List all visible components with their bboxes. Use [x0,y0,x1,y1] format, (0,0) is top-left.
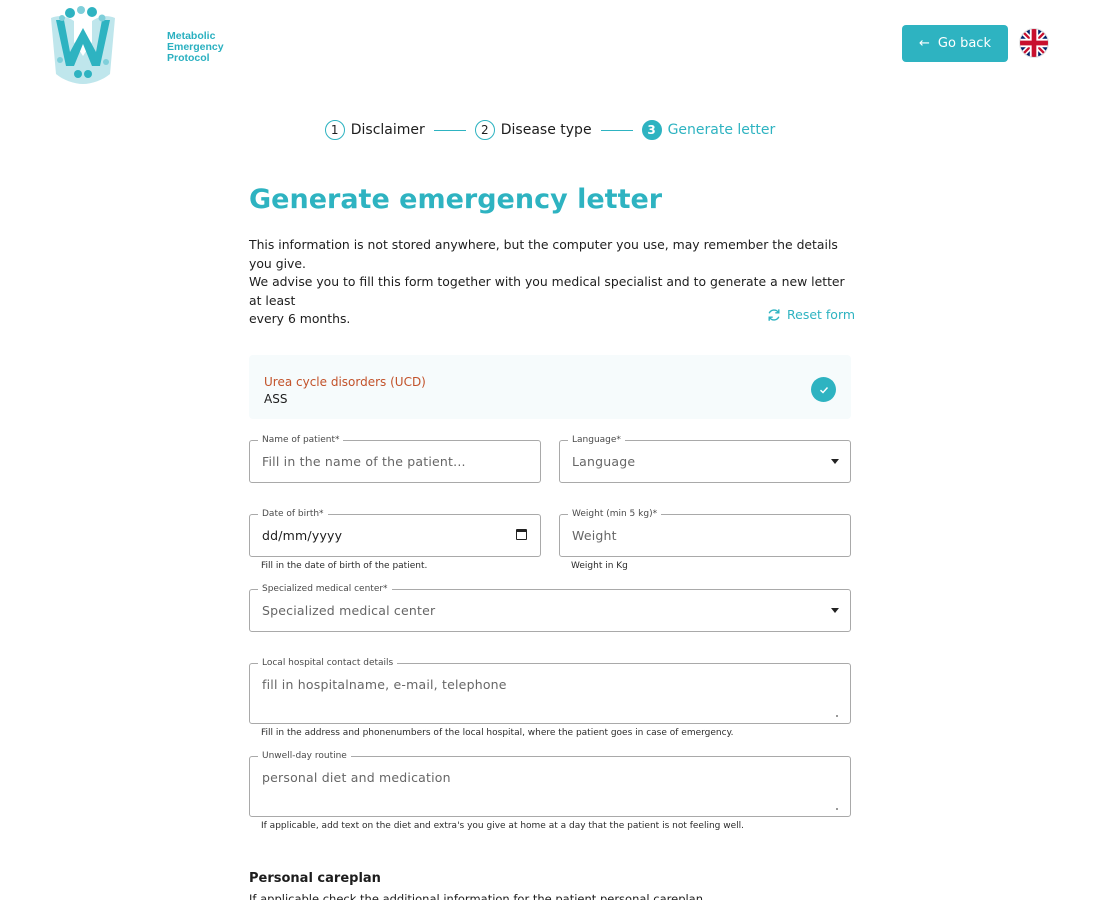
field-placeholder: Fill in the name of the patient... [262,454,466,469]
field-placeholder: personal diet and medication [262,770,451,785]
weight-hint: Weight in Kg [571,561,628,571]
caret-down-icon [831,608,839,613]
stepper: 1 Disclaimer 2 Disease type 3 Generate l… [0,120,1100,140]
date-of-birth-input[interactable]: Date of birth* dd/mm/yyyy [249,508,541,557]
field-value: Language [572,454,636,469]
careplan-subtitle: If applicable check the additional infor… [249,892,704,900]
field-label: Date of birth* [258,508,328,520]
hospital-contact-textarea[interactable]: Local hospital contact details fill in h… [249,657,851,724]
field-label: Unwell-day routine [258,750,351,762]
field-value: Specialized medical center [262,603,436,618]
refresh-icon [768,308,780,321]
reset-form-label: Reset form [787,307,856,322]
step-label: Disease type [500,122,592,138]
unwell-day-routine-hint: If applicable, add text on the diet and … [261,821,744,831]
hospital-contact-hint: Fill in the address and phonenumbers of … [261,728,734,738]
field-label: Name of patient* [258,434,344,446]
step-label: Generate letter [667,122,776,138]
field-placeholder: Weight [572,528,617,543]
step-number: 2 [474,120,495,140]
caret-down-icon [831,459,839,464]
arrow-left-icon: ← [919,36,930,51]
step-number: 1 [324,120,345,140]
step-number: 3 [641,120,662,140]
logo[interactable]: Metabolic Emergency Protocol [48,4,224,84]
disease-name: ASS [264,392,288,406]
weight-input[interactable]: Weight (min 5 kg)* Weight [559,508,851,557]
step-generate-letter[interactable]: 3 Generate letter [641,120,776,140]
field-label: Local hospital contact details [258,657,398,669]
check-icon [811,377,836,402]
step-connector [600,129,633,131]
patient-name-input[interactable]: Name of patient* Fill in the name of the… [249,434,541,483]
resize-handle-icon[interactable] [836,715,838,717]
resize-handle-icon[interactable] [836,808,838,810]
step-connector [433,129,466,131]
field-label: Language* [568,434,625,446]
page-title: Generate emergency letter [249,184,663,215]
unwell-day-routine-textarea[interactable]: Unwell-day routine personal diet and med… [249,750,851,817]
uk-flag-icon[interactable] [1020,29,1048,57]
field-value: dd/mm/yyyy [262,528,343,543]
disease-category: Urea cycle disorders (UCD) [264,375,426,389]
language-select[interactable]: Language* Language [559,434,851,483]
go-back-button[interactable]: ← Go back [902,25,1008,62]
field-label: Weight (min 5 kg)* [568,508,662,520]
step-label: Disclaimer [350,122,425,138]
step-disclaimer[interactable]: 1 Disclaimer [324,120,425,140]
logo-text: Metabolic Emergency Protocol [167,30,224,64]
careplan-heading: Personal careplan [249,871,381,886]
calendar-icon[interactable] [516,529,527,540]
logo-shield-icon [51,6,115,84]
field-label: Specialized medical center* [258,583,392,595]
medical-center-select[interactable]: Specialized medical center* Specialized … [249,583,851,632]
date-of-birth-hint: Fill in the date of birth of the patient… [261,561,428,571]
step-disease-type[interactable]: 2 Disease type [474,120,592,140]
go-back-label: Go back [937,36,991,51]
selected-disease-card: Urea cycle disorders (UCD) ASS [249,355,851,419]
reset-form-button[interactable]: Reset form [767,307,855,322]
field-placeholder: fill in hospitalname, e-mail, telephone [262,677,507,692]
